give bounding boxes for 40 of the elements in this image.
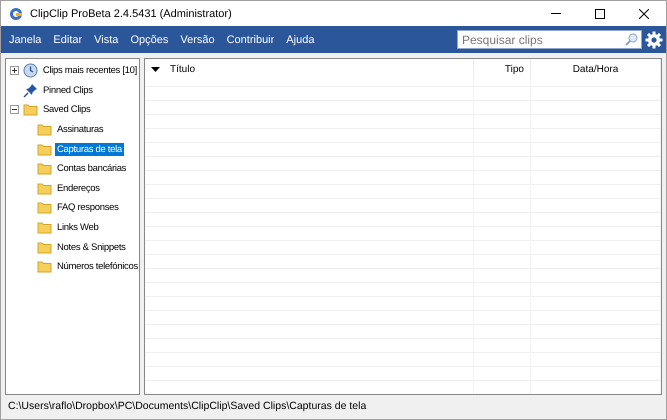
tree-item[interactable]: Saved Clips	[41, 103, 92, 116]
search-field[interactable]: Pesquisar clips	[457, 30, 642, 49]
app-logo-icon	[9, 6, 23, 20]
sort-icon	[151, 66, 160, 72]
tree-item[interactable]: Assinaturas	[55, 123, 106, 136]
menu-item[interactable]: Versão	[174, 34, 221, 46]
folder-icon	[37, 142, 52, 156]
expand-icon[interactable]	[10, 66, 19, 76]
settings-icon[interactable]	[645, 30, 663, 48]
folder-icon	[23, 103, 38, 116]
folder-icon	[37, 201, 52, 214]
clock-icon	[22, 63, 38, 78]
folder-icon	[37, 221, 52, 234]
tree-item[interactable]: Links Web	[55, 221, 100, 234]
close-icon	[639, 8, 649, 18]
pin-icon	[23, 82, 38, 98]
tree-item[interactable]: Pinned Clips	[41, 84, 95, 97]
menu-item[interactable]: Editar	[47, 34, 88, 46]
menu-item[interactable]: Opções	[124, 34, 174, 46]
folder-icon	[37, 123, 52, 136]
menu-item[interactable]: Ajuda	[280, 34, 320, 46]
folder-icon	[37, 240, 52, 254]
menu-item[interactable]: Janela	[3, 34, 48, 46]
folder-icon	[37, 162, 52, 176]
tree-item[interactable]: Números telefónicos	[55, 260, 140, 274]
status-path: C:\Users\raflo\Dropbox\PC\Documents\ClipClip\Saved Clips\Capturas de tela	[7, 398, 368, 414]
tree-item[interactable]: Endereços	[55, 182, 102, 195]
folder-icon	[37, 260, 52, 274]
tree-item[interactable]: Capturas de tela	[55, 142, 124, 156]
menu-item[interactable]: Vista	[88, 34, 124, 46]
tree-item[interactable]: FAQ responses	[55, 201, 121, 214]
folder-icon	[37, 182, 52, 195]
window-title: ClipClip ProBeta 2.4.5431 (Administrator)	[30, 8, 232, 20]
tree-item[interactable]: Notes & Snippets	[55, 240, 128, 254]
tree-item[interactable]: Contas bancárias	[55, 162, 128, 176]
minimize-icon	[551, 13, 561, 14]
tree-item[interactable]: Clips mais recentes [10]	[40, 64, 139, 78]
maximize-icon	[595, 8, 605, 18]
menu-item[interactable]: Contribuir	[220, 34, 280, 46]
collapse-icon[interactable]	[10, 105, 19, 114]
